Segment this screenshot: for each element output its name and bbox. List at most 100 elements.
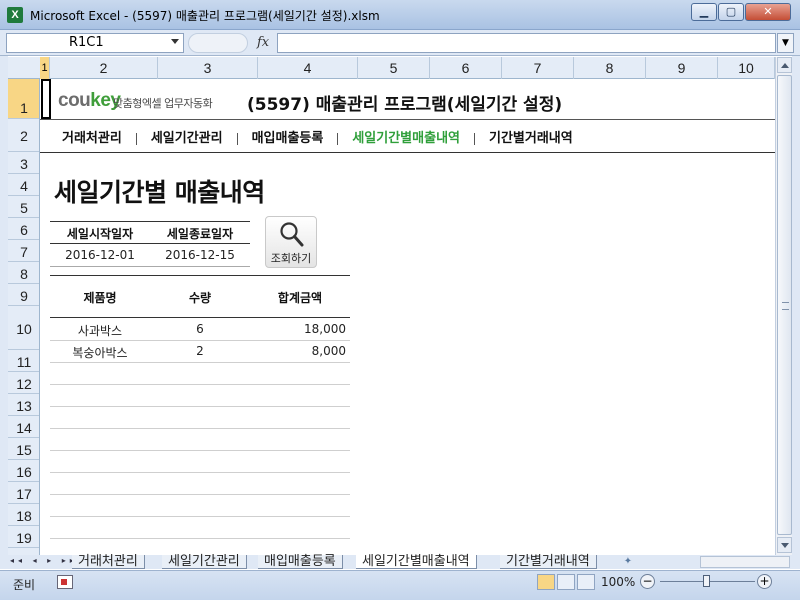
- name-box[interactable]: R1C1: [6, 33, 184, 53]
- row-header[interactable]: 14: [8, 416, 39, 438]
- column-header[interactable]: 6: [430, 57, 502, 79]
- worksheet[interactable]: coukey 맞춤형엑셀 업무자동화 (5597) 매출관리 프로그램(세일기간…: [40, 79, 775, 555]
- coukey-logo: coukey: [58, 90, 121, 112]
- row-header[interactable]: 11: [8, 350, 39, 372]
- table-row-border: [50, 384, 350, 385]
- table-row-border: [50, 538, 350, 539]
- macro-record-icon[interactable]: [57, 575, 73, 589]
- nav-menu: 거래처관리 세일기간관리 매입매출등록 세일기간별매출내역 기간별거래내역: [52, 127, 583, 147]
- row-header[interactable]: 20: [8, 548, 39, 555]
- cell-quantity: 2: [196, 344, 204, 358]
- header-divider: [40, 119, 775, 120]
- nav-separator: [473, 132, 475, 145]
- nav-item[interactable]: 세일기간별매출내역: [342, 127, 470, 146]
- nav-item[interactable]: 거래처관리: [52, 127, 132, 146]
- cell-quantity: 6: [196, 322, 204, 336]
- cell-amount: 18,000: [304, 322, 346, 336]
- sheet-tab[interactable]: 기간별거래내역: [500, 555, 597, 569]
- scroll-thumb[interactable]: [777, 75, 792, 535]
- sale-start-label: 세일시작일자: [66, 227, 134, 241]
- row-header[interactable]: 2: [8, 119, 39, 152]
- row-header[interactable]: 4: [8, 174, 39, 196]
- cell-product-name: 사과박스: [77, 324, 123, 338]
- row-header[interactable]: 9: [8, 284, 39, 306]
- scroll-down-button[interactable]: [777, 537, 792, 553]
- zoom-slider-thumb[interactable]: [703, 575, 710, 587]
- column-header[interactable]: 8: [574, 57, 646, 79]
- formula-input[interactable]: [277, 33, 776, 53]
- insert-function-icon[interactable]: fx: [257, 35, 269, 50]
- table-row-border: [50, 516, 350, 517]
- sheet-tab[interactable]: 거래처관리: [72, 555, 145, 569]
- row-header[interactable]: 3: [8, 152, 39, 174]
- maximize-button[interactable]: ▢: [718, 3, 744, 21]
- column-headers: 1 2 3 4 5 6 7 8 9 10: [8, 57, 775, 79]
- table-row-border: [50, 340, 350, 341]
- page-layout-view-button[interactable]: [557, 574, 575, 590]
- nav-item[interactable]: 기간별거래내역: [479, 127, 583, 146]
- sale-end-input[interactable]: 2016-12-15: [150, 248, 250, 262]
- row-header[interactable]: 17: [8, 482, 39, 504]
- column-header[interactable]: 5: [358, 57, 430, 79]
- sheet-tab[interactable]: 세일기간별매출내역: [356, 555, 477, 569]
- column-header[interactable]: 4: [258, 57, 358, 79]
- column-header[interactable]: 2: [50, 57, 158, 79]
- normal-view-button[interactable]: [537, 574, 555, 590]
- insert-sheet-icon[interactable]: ✦: [620, 556, 636, 568]
- close-button[interactable]: ✕: [745, 3, 791, 21]
- chevron-down-icon[interactable]: [171, 39, 179, 44]
- row-header[interactable]: 12: [8, 372, 39, 394]
- column-header[interactable]: 7: [502, 57, 574, 79]
- zoom-level[interactable]: 100%: [601, 575, 635, 589]
- column-header[interactable]: 10: [718, 57, 775, 79]
- minimize-button[interactable]: ▁: [691, 3, 717, 21]
- row-header[interactable]: 15: [8, 438, 39, 460]
- active-cell-cursor: [41, 79, 51, 119]
- status-bar: 준비 100% − +: [0, 570, 800, 600]
- excel-app-icon[interactable]: X: [7, 7, 23, 23]
- row-header[interactable]: 8: [8, 262, 39, 284]
- expand-formula-bar-icon[interactable]: ▼: [777, 33, 794, 53]
- zoom-in-button[interactable]: +: [757, 574, 772, 589]
- row-header[interactable]: 19: [8, 526, 39, 548]
- sale-start-input[interactable]: 2016-12-01: [50, 248, 150, 262]
- sheet-nav-arrows[interactable]: ◂◂ ◂ ▸ ▸▸: [10, 556, 78, 568]
- row-header[interactable]: 1: [8, 79, 39, 119]
- sheet-tab[interactable]: 매입매출등록: [258, 555, 343, 569]
- left-frame: [0, 56, 8, 568]
- table-header-border: [50, 243, 250, 244]
- table-bottom-border: [50, 266, 250, 267]
- logo-tagline: 맞춤형엑셀 업무자동화: [113, 97, 213, 110]
- vertical-scrollbar[interactable]: [775, 57, 792, 555]
- row-header[interactable]: 13: [8, 394, 39, 416]
- row-header[interactable]: 7: [8, 240, 39, 262]
- window-title: Microsoft Excel - (5597) 매출관리 프로그램(세일기간 …: [30, 9, 380, 23]
- column-header[interactable]: 9: [646, 57, 718, 79]
- nav-item[interactable]: 매입매출등록: [242, 127, 334, 146]
- page-break-view-button[interactable]: [577, 574, 595, 590]
- search-button[interactable]: 조회하기: [265, 216, 317, 268]
- row-header[interactable]: 16: [8, 460, 39, 482]
- table-top-border: [50, 275, 350, 276]
- magnifier-icon: [280, 222, 304, 247]
- cell-amount: 8,000: [311, 344, 346, 358]
- col-header-qty: 수량: [188, 291, 212, 305]
- row-header[interactable]: 10: [8, 306, 39, 350]
- search-button-label: 조회하기: [270, 252, 312, 265]
- arrow-up-icon: [781, 63, 789, 68]
- row-header[interactable]: 6: [8, 218, 39, 240]
- column-header[interactable]: 1: [40, 57, 50, 79]
- zoom-out-button[interactable]: −: [640, 574, 655, 589]
- table-header-border: [50, 317, 350, 318]
- scroll-up-button[interactable]: [777, 57, 792, 73]
- table-row-border: [50, 362, 350, 363]
- right-frame: [792, 56, 800, 568]
- horizontal-scrollbar[interactable]: [700, 556, 790, 568]
- nav-item[interactable]: 세일기간관리: [141, 127, 233, 146]
- sheet-tab-bar: ◂◂ ◂ ▸ ▸▸ 거래처관리 세일기간관리 매입매출등록 세일기간별매출내역 기간별거…: [0, 555, 800, 569]
- status-ready: 준비: [13, 578, 36, 592]
- row-header[interactable]: 5: [8, 196, 39, 218]
- column-header[interactable]: 3: [158, 57, 258, 79]
- sheet-tab[interactable]: 세일기간관리: [162, 555, 247, 569]
- row-header[interactable]: 18: [8, 504, 39, 526]
